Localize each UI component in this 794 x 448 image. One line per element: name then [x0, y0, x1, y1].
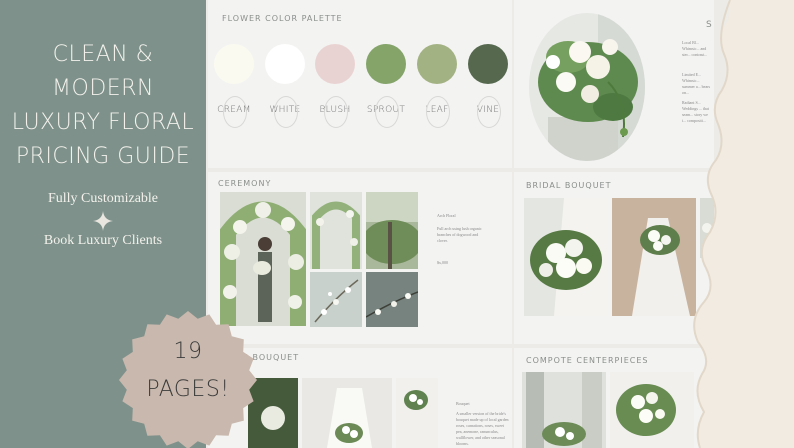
swatch-white	[265, 44, 305, 84]
sparkle-icon	[93, 211, 113, 231]
blossom-photo	[310, 272, 362, 327]
ceremony-heading: CEREMONY	[218, 179, 272, 188]
maids-photo-3	[396, 378, 438, 448]
centerpiece-page: COMPOTE CENTERPIECES	[514, 348, 714, 448]
tagline-customizable: Fully Customizable	[47, 191, 159, 206]
swatch-label: SPROUT	[363, 96, 409, 128]
bridal-bouquet-photo	[524, 198, 608, 316]
arch-detail-photo	[310, 192, 362, 269]
oval-floral-photo	[529, 13, 645, 161]
badge-count: 19	[173, 339, 203, 364]
arch-photo	[220, 192, 306, 326]
swatch-label: LEAF	[414, 96, 460, 128]
badge-pages: PAGES!	[146, 377, 230, 402]
palette-page: FLOWER COLOR PALETTE CREAM WHITE BLUSH S…	[208, 0, 512, 168]
ceremony-caption-title: Arch Floral	[437, 213, 456, 218]
swatch-cream	[214, 44, 254, 84]
maids-caption-body: A smaller version of the bride's bouquet…	[456, 411, 509, 446]
maids-caption-title: Bouquet	[456, 401, 470, 406]
centerpiece-photo-1	[522, 372, 606, 448]
torn-paper-overlay	[693, 0, 794, 448]
feature-page: S Local Bl... Whimsic... and ster... con…	[514, 0, 714, 168]
palette-heading: FLOWER COLOR PALETTE	[222, 14, 343, 23]
tagline-clients: Book Luxury Clients	[43, 233, 163, 248]
bride-gown-photo	[612, 198, 696, 316]
ceremony-price: $x,000	[437, 260, 448, 265]
swatch-label: BLUSH	[312, 96, 358, 128]
swatch-label: CREAM	[211, 96, 257, 128]
bridal-heading: BRIDAL BOUQUET	[526, 181, 612, 190]
garden-photo	[366, 192, 418, 269]
swatch-leaf	[417, 44, 457, 84]
centerpiece-photo-2	[610, 372, 694, 448]
main-title: CLEAN & MODERN LUXURY FLORAL PRICING GUI…	[4, 38, 202, 174]
title-line: CLEAN & MODERN	[52, 42, 154, 101]
title-line: LUXURY FLORAL	[11, 110, 195, 135]
branch-photo	[366, 272, 418, 327]
ceremony-caption-body: Full arch using lush organic branches of…	[437, 226, 482, 243]
swatch-label: WHITE	[262, 96, 308, 128]
swatch-blush	[315, 44, 355, 84]
bridal-page: BRIDAL BOUQUET	[514, 172, 714, 344]
centerpiece-heading: COMPOTE CENTERPIECES	[526, 356, 649, 365]
swatch-label: VINE	[465, 96, 511, 128]
maids-photo-2	[302, 378, 392, 448]
swatch-vine	[468, 44, 508, 84]
title-line: PRICING GUIDE	[15, 144, 191, 169]
swatch-sprout	[366, 44, 406, 84]
